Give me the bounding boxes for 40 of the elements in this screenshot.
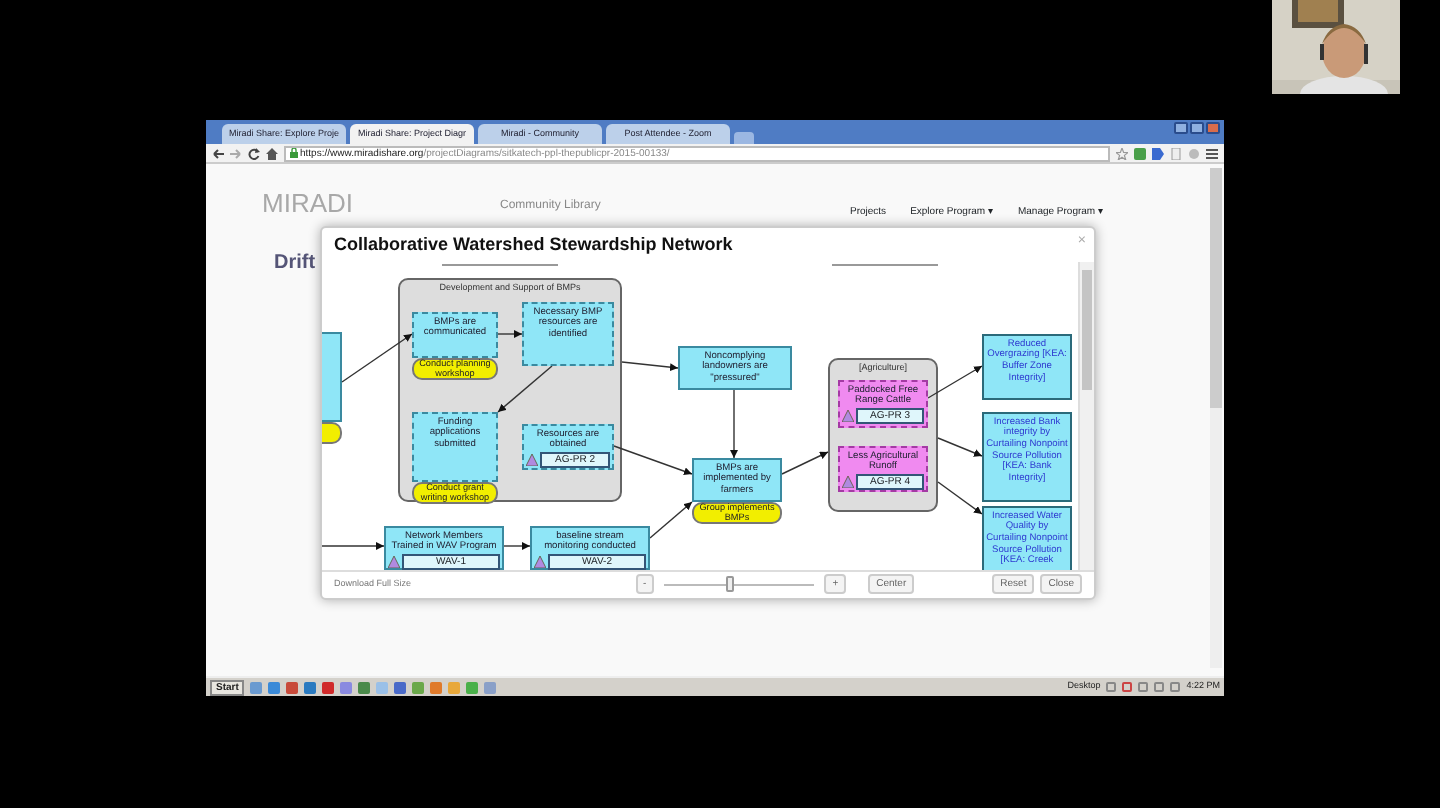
connector-arrow [621, 361, 679, 371]
connector-arrow [503, 541, 531, 550]
triangle-icon [841, 476, 854, 489]
slider-thumb[interactable] [726, 576, 735, 593]
divider-line [442, 263, 558, 266]
triangle-icon [388, 556, 401, 569]
strategy-node [322, 421, 342, 444]
forward-icon[interactable] [230, 147, 242, 159]
connector-arrow [937, 437, 983, 457]
connector-arrow [497, 365, 553, 413]
minimize-button[interactable] [1174, 122, 1188, 134]
divider-line [832, 263, 938, 266]
modal-title: Collaborative Watershed Stewardship Network [334, 231, 733, 258]
logo-text: MIRADI [262, 186, 353, 222]
zoom-slider[interactable] [664, 574, 815, 595]
star-icon[interactable] [1116, 147, 1128, 159]
back-icon[interactable] [212, 147, 224, 159]
triangle-icon [534, 556, 547, 569]
connector-arrow [322, 541, 385, 550]
triangle-icon [525, 454, 538, 467]
connector-arrow [649, 501, 693, 539]
connector-arrow [937, 481, 983, 515]
scrollbar[interactable] [1210, 168, 1222, 668]
triangle-icon [841, 410, 854, 423]
connector-arrow [730, 389, 738, 459]
connector-arrow [927, 365, 983, 399]
connector-arrow [341, 333, 413, 383]
new-tab-button[interactable] [734, 132, 754, 144]
menu-icon[interactable] [1206, 147, 1218, 159]
page-heading: Drift [274, 250, 316, 278]
scrollbar[interactable] [1078, 261, 1094, 570]
lock-icon [290, 147, 298, 157]
connector-arrow [781, 451, 829, 475]
connector-arrow [613, 445, 693, 475]
maximize-button[interactable] [1190, 122, 1204, 134]
home-icon[interactable] [266, 147, 278, 159]
reload-icon[interactable] [248, 147, 260, 159]
result-node [322, 331, 342, 422]
close-button[interactable] [1206, 122, 1220, 134]
connector-arrow [497, 329, 523, 338]
